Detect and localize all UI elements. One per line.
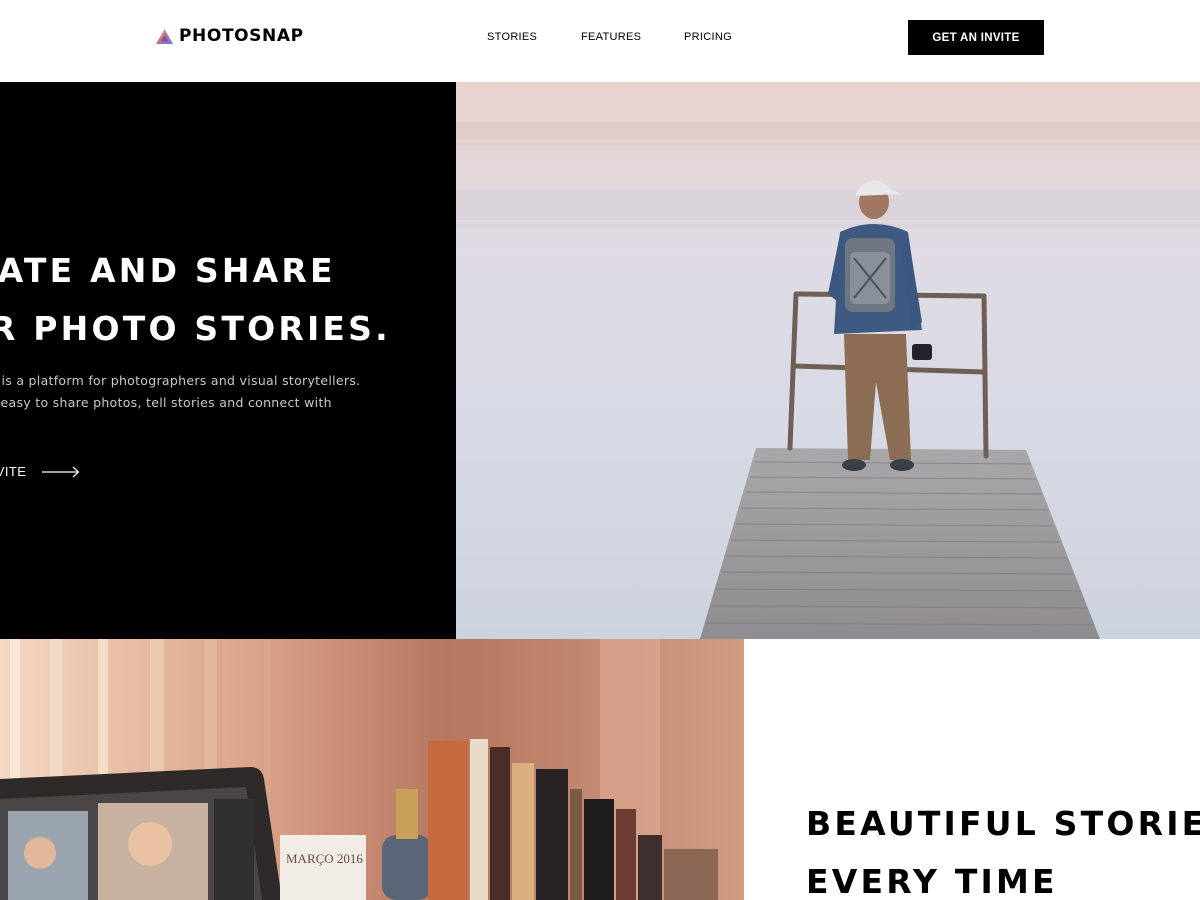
nav-pricing[interactable]: PRICING xyxy=(684,31,732,43)
hero-title-line: UR PHOTO STORIES. xyxy=(0,309,391,348)
nav-stories[interactable]: STORIES xyxy=(487,31,537,43)
desk-illustration: MARÇO 2016 xyxy=(0,639,744,900)
pier-illustration xyxy=(456,82,1200,639)
feature-title-line: BEAUTIFUL STORIES xyxy=(806,804,1200,843)
hero-title: EATE AND SHARE UR PHOTO STORIES. xyxy=(0,242,456,358)
hero-description-line: e it easy to share photos, tell stories … xyxy=(0,395,332,410)
get-invite-button[interactable]: GET AN INVITE xyxy=(908,20,1044,55)
feature-title-line: EVERY TIME xyxy=(806,862,1058,900)
hero-description: ap is a platform for photographers and v… xyxy=(0,370,401,414)
hero-photo-man-on-pier xyxy=(456,82,1200,639)
nav-features[interactable]: FEATURES xyxy=(581,31,641,43)
hero-description-line: ap is a platform for photographers and v… xyxy=(0,373,361,388)
triangle-gradient-icon xyxy=(156,28,173,44)
feature-title: BEAUTIFUL STORIES EVERY TIME xyxy=(806,795,1200,900)
hero-title-line: EATE AND SHARE xyxy=(0,251,336,290)
logo-text: PHOTOSNAP xyxy=(179,26,304,46)
logo[interactable]: PHOTOSNAP xyxy=(156,24,304,48)
feature-photo-desk-laptop: MARÇO 2016 xyxy=(0,639,744,900)
site-header: PHOTOSNAP STORIES FEATURES PRICING GET A… xyxy=(0,0,1200,82)
feature-text-panel: BEAUTIFUL STORIES EVERY TIME xyxy=(744,639,1200,900)
arrow-right-icon xyxy=(42,466,80,477)
hero-text-panel: EATE AND SHARE UR PHOTO STORIES. ap is a… xyxy=(0,82,456,639)
hero-invite-link-label: NVITE xyxy=(0,464,27,479)
calendar-text: MARÇO 2016 xyxy=(286,851,363,866)
hero-invite-link[interactable]: NVITE xyxy=(0,464,80,479)
